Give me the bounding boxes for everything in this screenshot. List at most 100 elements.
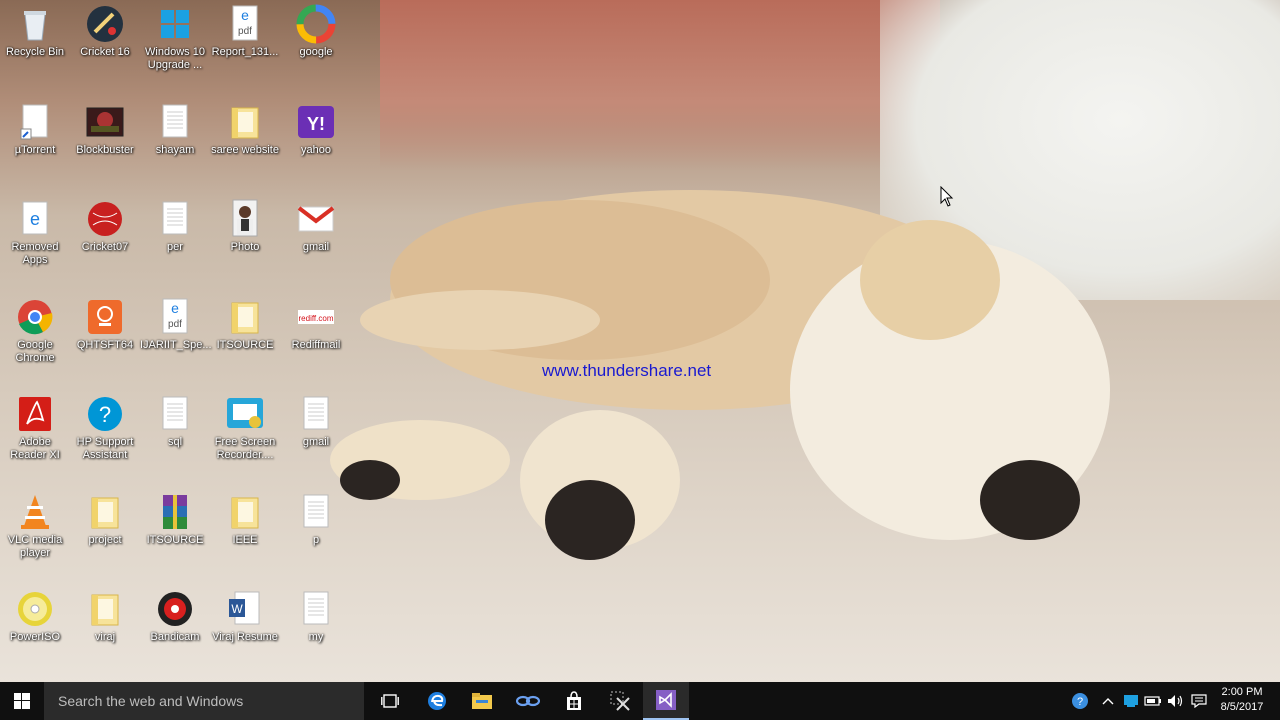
desktop-icon[interactable]: viraj <box>70 589 140 644</box>
desktop-icon-label: Removed Apps <box>11 241 59 266</box>
help-tray-button[interactable]: ? <box>1068 682 1092 720</box>
svg-text:Y!: Y! <box>307 114 325 134</box>
desktop-icon-label: PowerISO <box>9 631 61 643</box>
desktop-icon[interactable]: µTorrent <box>0 102 70 157</box>
desktop-icon-label: IEEE <box>232 534 258 546</box>
battery-power-icon <box>1144 696 1161 706</box>
desktop-icon[interactable]: google <box>281 4 351 59</box>
desktop-icon[interactable]: Google Chrome <box>0 297 70 365</box>
desktop-icon-label: gmail <box>302 436 330 448</box>
tray-app-button[interactable] <box>1121 682 1141 720</box>
desktop-icon[interactable]: Free Screen Recorder.... <box>210 394 280 462</box>
windows-logo-icon <box>14 693 30 709</box>
desktop-icon[interactable]: my <box>281 589 351 644</box>
taskbar-search-box[interactable] <box>44 682 364 720</box>
desktop-icon[interactable]: Cricket07 <box>70 199 140 254</box>
photo-portrait-icon <box>225 199 265 239</box>
desktop-icon[interactable]: sql <box>140 394 210 449</box>
battery-tray-button[interactable] <box>1143 682 1163 720</box>
desktop-icon[interactable]: ITSOURCE <box>210 297 280 352</box>
svg-text:pdf: pdf <box>238 26 252 37</box>
desktop-icon-label: yahoo <box>301 144 331 156</box>
store-taskbar-button[interactable] <box>551 682 597 720</box>
desktop-icon-label: project <box>88 534 122 546</box>
cricket-game-icon <box>85 4 125 44</box>
desktop-icon[interactable]: Y! yahoo <box>281 102 351 157</box>
desktop-icon[interactable]: e pdf Report_131... <box>210 4 280 59</box>
desktop-icon[interactable]: shayam <box>140 102 210 157</box>
svg-text:e: e <box>30 209 40 229</box>
desktop-icon-label: QHTSFT64 <box>76 339 134 351</box>
desktop-icon[interactable]: e Removed Apps <box>0 199 70 267</box>
desktop-icon[interactable]: Photo <box>210 199 280 254</box>
desktop-icon[interactable]: Recycle Bin <box>0 4 70 59</box>
desktop-icon-label: shayam <box>155 144 195 156</box>
desktop-icon-label: saree website <box>211 144 279 156</box>
file-explorer-taskbar-button[interactable] <box>459 682 505 720</box>
desktop-icon-label: Report_131... <box>211 46 279 58</box>
desktop-icon-label: Adobe Reader XI <box>10 436 60 461</box>
text-document-icon <box>155 199 195 239</box>
cricket-ball-icon <box>85 199 125 239</box>
svg-text:W: W <box>231 602 243 616</box>
desktop-icon-label: µTorrent <box>14 144 56 156</box>
desktop-icon[interactable]: ? HP Support Assistant <box>70 394 140 462</box>
folder-icon <box>225 297 265 337</box>
desktop-icon[interactable]: Cricket 16 <box>70 4 140 59</box>
taskbar-clock[interactable]: 2:00 PM 8/5/2017 <box>1212 685 1272 715</box>
desktop-icon[interactable]: per <box>140 199 210 254</box>
media-app-taskbar-button[interactable] <box>505 682 551 720</box>
bandicam-icon <box>155 589 195 629</box>
desktop-icon[interactable]: rediff.com Rediffmail <box>281 297 351 352</box>
folder-icon <box>225 492 265 532</box>
media-app-icon <box>516 695 540 707</box>
visual-studio-taskbar-button[interactable] <box>643 682 689 720</box>
action-center-button[interactable] <box>1189 682 1209 720</box>
desktop-icon[interactable]: e pdf IJARIIT_Spe... <box>140 297 212 352</box>
desktop-icon-label: Free Screen Recorder.... <box>214 436 276 461</box>
text-document-icon <box>155 394 195 434</box>
desktop-icon[interactable]: Windows 10 Upgrade ... <box>140 4 210 72</box>
desktop-icon-label: Photo <box>230 241 260 253</box>
desktop-icon[interactable]: gmail <box>281 394 351 449</box>
snipping-tool-taskbar-button[interactable] <box>597 682 643 720</box>
desktop-icon[interactable]: ITSOURCE <box>140 492 210 547</box>
desktop-icon[interactable]: PowerISO <box>0 589 70 644</box>
task-view-button[interactable] <box>367 682 413 720</box>
desktop-icon[interactable]: W Viraj Resume <box>210 589 280 644</box>
folder-icon <box>85 492 125 532</box>
edge-icon <box>428 692 446 710</box>
task-view-icon <box>381 694 399 708</box>
store-icon <box>567 691 581 710</box>
desktop-icon[interactable]: QHTSFT64 <box>70 297 140 352</box>
desktop-icon[interactable]: Blockbuster <box>70 102 140 157</box>
mouse-cursor-icon <box>940 186 954 207</box>
start-button[interactable] <box>0 682 44 720</box>
desktop-icon[interactable]: p <box>281 492 351 547</box>
edge-taskbar-button[interactable] <box>414 682 460 720</box>
svg-text:e: e <box>171 300 179 316</box>
folder-icon <box>225 102 265 142</box>
desktop-icon-label: per <box>167 241 183 253</box>
google-icon <box>296 4 336 44</box>
desktop-icon[interactable]: gmail <box>281 199 351 254</box>
desktop-icon-label: sql <box>167 436 183 448</box>
desktop-icon[interactable]: IEEE <box>210 492 280 547</box>
desktop-icon[interactable]: saree website <box>210 102 280 157</box>
desktop-icon-label: Recycle Bin <box>5 46 65 58</box>
desktop-icon-label: Blockbuster <box>76 144 134 156</box>
desktop-icon[interactable]: Adobe Reader XI <box>0 394 70 462</box>
desktop-icon[interactable]: VLC media player <box>0 492 70 560</box>
desktop-icon-label: ITSOURCE <box>216 339 274 351</box>
show-hidden-icons-button[interactable] <box>1098 682 1118 720</box>
yahoo-icon: Y! <box>296 102 336 142</box>
svg-text:?: ? <box>99 402 111 427</box>
desktop-icon-label: IJARIIT_Spe... <box>140 339 212 351</box>
vlc-icon <box>15 492 55 532</box>
desktop-icon[interactable]: Bandicam <box>140 589 210 644</box>
winrar-icon <box>155 492 195 532</box>
desktop-icon[interactable]: project <box>70 492 140 547</box>
desktop-icon-label: Windows 10 Upgrade ... <box>145 46 205 71</box>
search-input[interactable] <box>56 692 350 710</box>
volume-tray-button[interactable] <box>1166 682 1186 720</box>
